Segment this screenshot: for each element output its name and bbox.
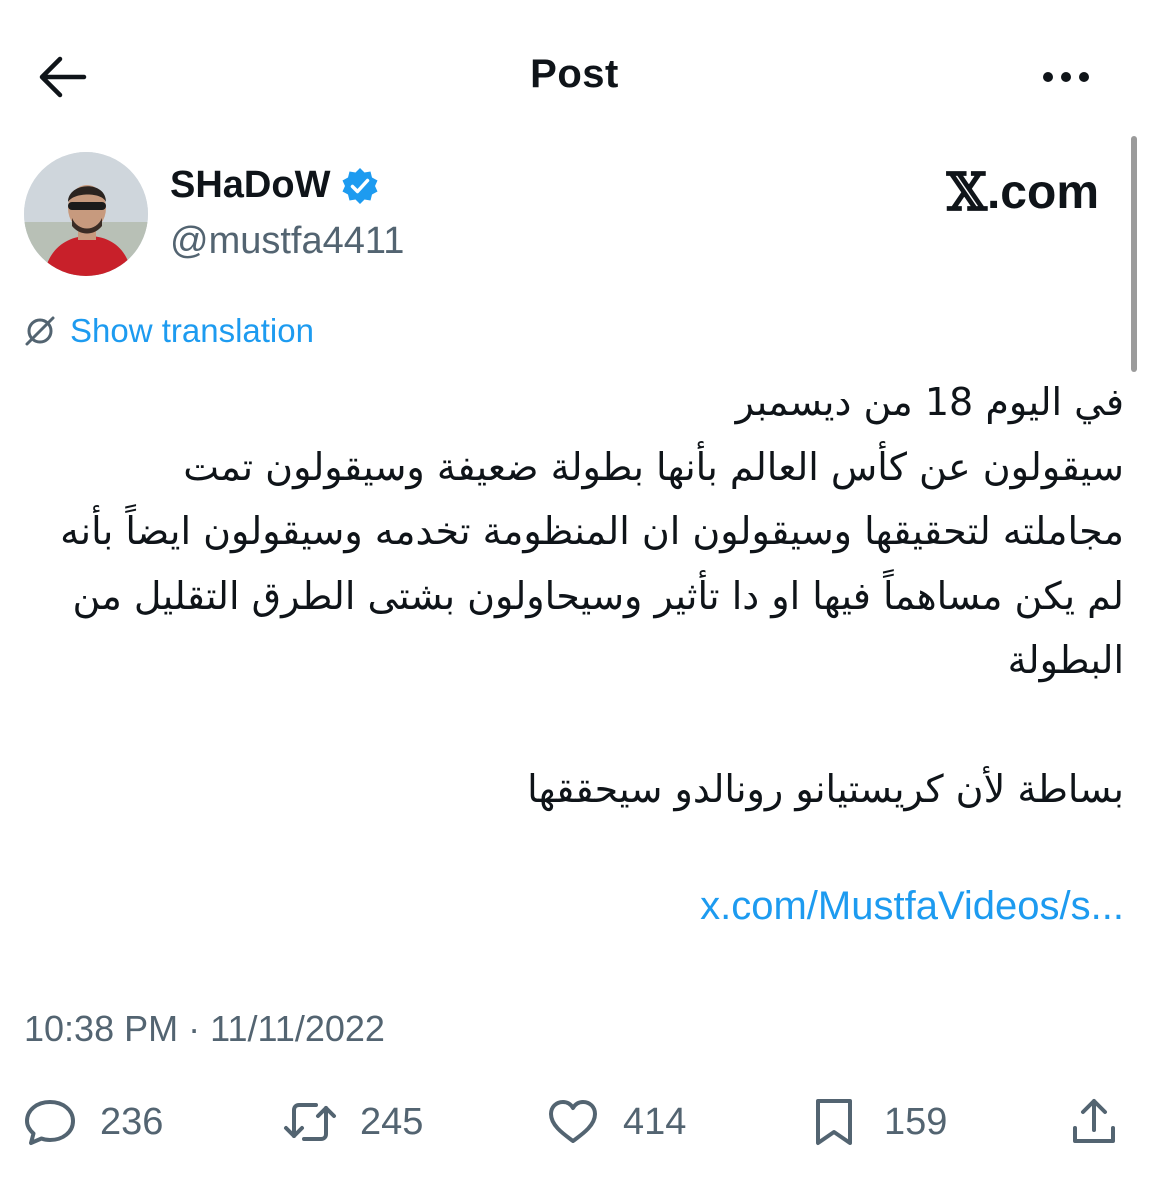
repost-button[interactable]: 245 bbox=[282, 1094, 423, 1150]
share-button[interactable] bbox=[1066, 1094, 1122, 1150]
like-button[interactable]: 414 bbox=[545, 1094, 686, 1150]
scrollbar[interactable] bbox=[1131, 136, 1137, 372]
reply-icon bbox=[25, 1100, 75, 1145]
tweet-actions: 236 245 414 159 bbox=[0, 1094, 1149, 1154]
heart-icon bbox=[549, 1100, 597, 1143]
bookmark-button[interactable]: 159 bbox=[806, 1094, 947, 1150]
show-translation-label: Show translation bbox=[70, 312, 314, 349]
bookmark-icon bbox=[816, 1099, 852, 1145]
repost-count: 245 bbox=[360, 1100, 424, 1143]
translate-icon bbox=[25, 316, 55, 346]
author-handle[interactable]: @mustfa4411 bbox=[170, 220, 404, 263]
reply-count: 236 bbox=[100, 1100, 164, 1143]
meta-separator: · bbox=[188, 1008, 201, 1049]
more-options-button[interactable] bbox=[1036, 62, 1096, 92]
tweet-date: 11/11/2022 bbox=[210, 1008, 385, 1049]
share-icon bbox=[1073, 1099, 1115, 1143]
x-logo: 𝕏 .com bbox=[947, 162, 1099, 223]
tweet-time: 10:38 PM bbox=[24, 1008, 179, 1049]
page-title: Post bbox=[530, 52, 619, 96]
verified-badge-icon bbox=[342, 167, 378, 204]
tweet-timestamp[interactable]: 10:38 PM · 11/11/2022 bbox=[24, 1008, 385, 1050]
tweet-text: في اليوم 18 من ديسمبر سيقولون عن كأس الع… bbox=[60, 380, 1124, 811]
repost-icon bbox=[284, 1103, 336, 1141]
display-name[interactable]: SHaDoW bbox=[170, 164, 330, 207]
x-icon: 𝕏 bbox=[946, 162, 987, 223]
post-detail-screen: Post SHaDoW @mustfa4411 𝕏 .com Show tran… bbox=[0, 0, 1149, 1200]
reply-button[interactable]: 236 bbox=[22, 1094, 163, 1150]
tweet-link[interactable]: x.com/MustfaVideos/s... bbox=[560, 884, 1124, 929]
author-name-row: SHaDoW bbox=[170, 164, 380, 207]
x-logo-text: .com bbox=[986, 166, 1099, 219]
bookmark-count: 159 bbox=[884, 1100, 948, 1143]
avatar[interactable] bbox=[24, 152, 148, 276]
show-translation-button[interactable]: Show translation bbox=[22, 312, 314, 350]
avatar-image bbox=[24, 152, 148, 276]
more-icon bbox=[1043, 72, 1089, 82]
like-count: 414 bbox=[623, 1100, 687, 1143]
